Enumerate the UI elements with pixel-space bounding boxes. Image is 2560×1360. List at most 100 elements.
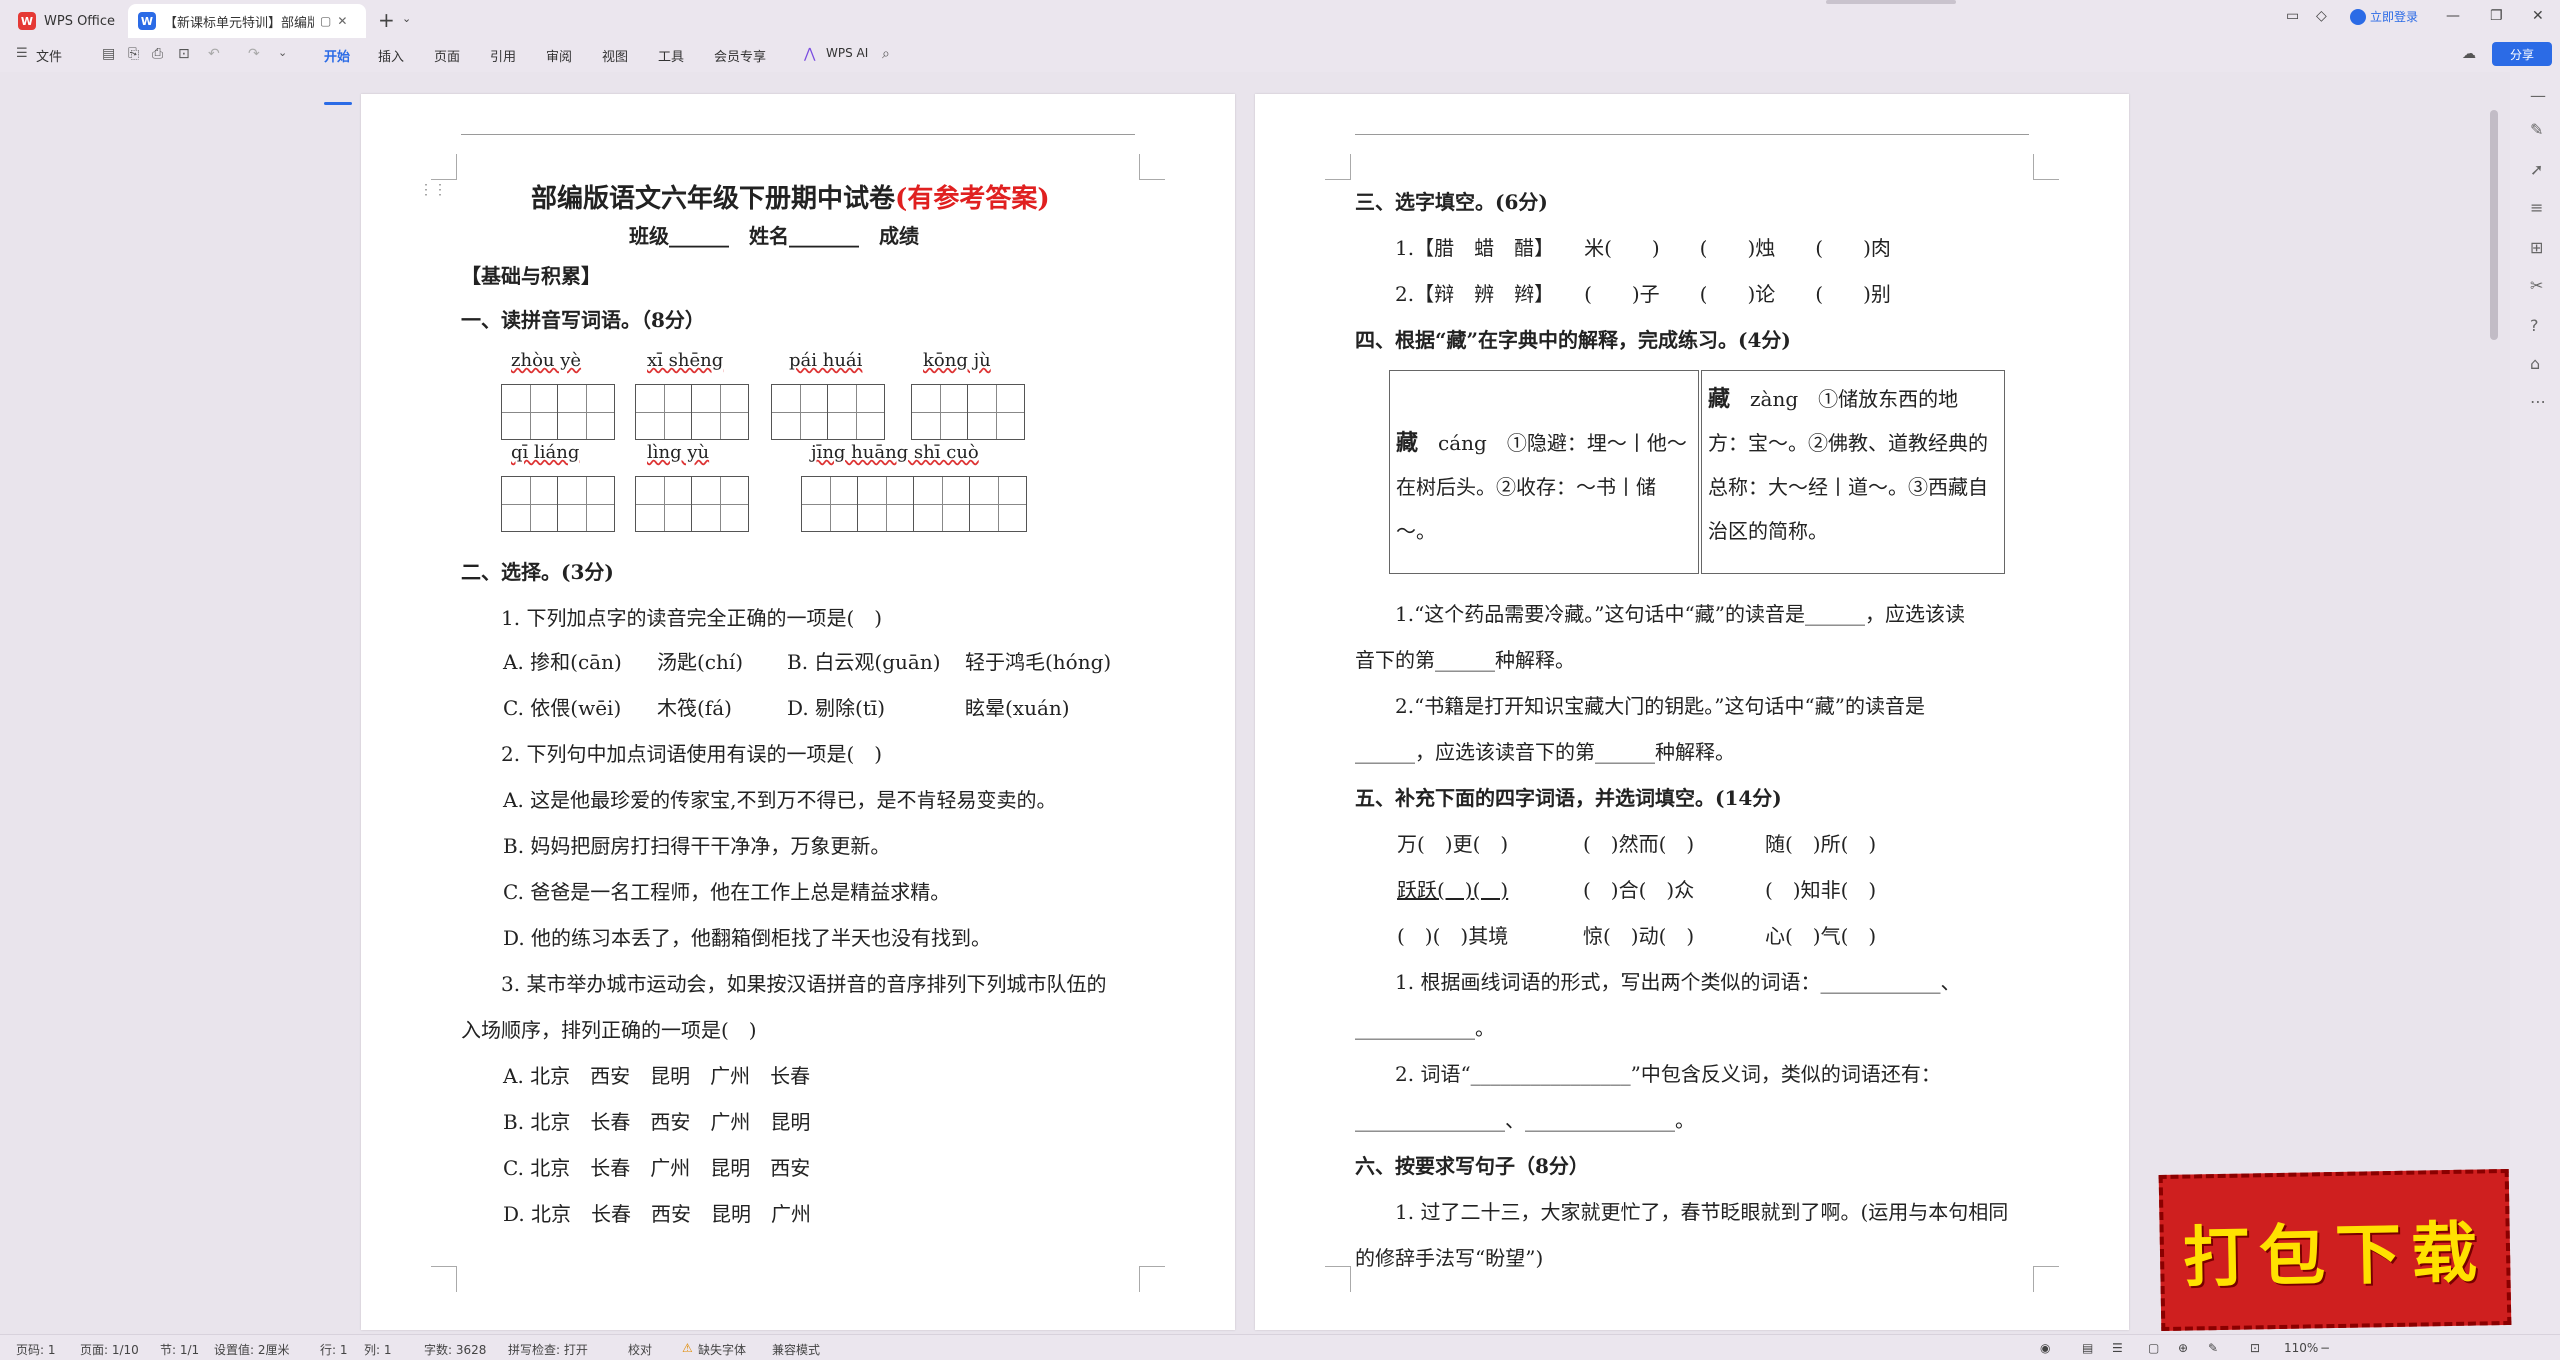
help-icon[interactable]: ? [2530, 316, 2539, 335]
q1-option-a2: 汤匙(chí) [657, 650, 744, 674]
status-setting[interactable]: 设置值: 2厘米 [214, 1341, 290, 1358]
section-2-heading: 二、选择。(3分) [461, 560, 614, 584]
status-section[interactable]: 节: 1/1 [160, 1341, 199, 1358]
tianzige-grid-5[interactable] [501, 476, 615, 532]
read-view-icon[interactable]: ▢ [2148, 1341, 2159, 1355]
idiom-9: 心( )气( ) [1765, 924, 1877, 948]
wps-ai-button[interactable]: WPS AI [826, 46, 868, 60]
tianzige-grid-7[interactable] [801, 476, 1027, 532]
pinyin-1: zhòu yè [511, 350, 582, 371]
download-banner[interactable]: 打包下载 [2158, 1168, 2512, 1332]
write-view-icon[interactable]: ✎ [2208, 1341, 2218, 1355]
file-menu[interactable]: 文件 [36, 46, 62, 65]
minimize-icon[interactable]: — [2446, 8, 2460, 24]
q3-text-line1: 3. 某市举办城市运动会，如果按汉语拼音的音序排列下列城市队伍的 [501, 972, 1107, 996]
s4-q2-line1: 2.“书籍是打开知识宝藏大门的钥匙。”这句话中“藏”的读音是 [1395, 694, 1925, 718]
eye-icon[interactable]: ◉ [2040, 1341, 2050, 1355]
tianzige-grid-4[interactable] [911, 384, 1025, 440]
settings-sliders-icon[interactable]: ≡ [2530, 198, 2543, 217]
crop-mark [1325, 1266, 1351, 1292]
tab-home[interactable]: 开始 [324, 46, 350, 65]
more-icon[interactable]: ⋯ [2530, 392, 2546, 411]
tab-page[interactable]: 页面 [434, 46, 460, 65]
translate-icon[interactable]: ⊞ [2530, 238, 2543, 257]
cloud-sync-icon[interactable]: ☁ [2462, 46, 2476, 62]
tab-member[interactable]: 会员专享 [714, 46, 766, 65]
status-page-no[interactable]: 页码: 1 [16, 1341, 56, 1358]
page-title: 部编版语文六年级下册期中试卷(有参考答案) [531, 178, 1050, 215]
q1-option-b2: 轻于鸿毛(hóng) [965, 650, 1112, 674]
zoom-level[interactable]: 110% [2284, 1341, 2318, 1355]
status-proofread[interactable]: 校对 [628, 1341, 652, 1358]
tab-view[interactable]: 视图 [602, 46, 628, 65]
tools-icon[interactable]: ✂ [2530, 276, 2543, 295]
collapse-icon[interactable]: — [2530, 86, 2546, 105]
q3-option-b: B. 北京 长春 西安 广州 昆明 [503, 1110, 811, 1134]
vertical-scrollbar[interactable] [2490, 110, 2498, 340]
status-spellcheck[interactable]: 拼写检查: 打开 [508, 1341, 588, 1358]
section-basic: 【基础与积累】 [461, 264, 601, 288]
crop-mark [431, 154, 457, 180]
window-layout-icon[interactable]: ▭ [2286, 8, 2299, 24]
export-pdf-icon[interactable]: ⎘ [128, 46, 139, 62]
fit-page-icon[interactable]: ⊡ [2250, 1341, 2260, 1355]
crop-mark [1139, 1266, 1165, 1292]
print-preview-icon[interactable]: ⊡ [178, 46, 190, 62]
q3-text-line2: 入场顺序，排列正确的一项是( ) [461, 1018, 757, 1042]
status-row[interactable]: 行: 1 [320, 1341, 348, 1358]
idiom-1: 万( )更( ) [1397, 832, 1509, 856]
print-icon[interactable]: ⎙ [152, 46, 163, 62]
redo-icon[interactable]: ↷ [248, 46, 260, 62]
menu-icon[interactable]: ☰ [16, 46, 28, 61]
web-view-icon[interactable]: ⊕ [2178, 1341, 2188, 1355]
shirt-icon[interactable]: ⌂ [2530, 354, 2540, 373]
pen-icon[interactable]: ✎ [2530, 120, 2543, 139]
drag-handle-icon[interactable]: ⋮⋮ [419, 182, 447, 198]
tianzige-grid-1[interactable] [501, 384, 615, 440]
tianzige-grid-6[interactable] [635, 476, 749, 532]
save-icon[interactable]: ▤ [102, 46, 115, 62]
pointer-icon[interactable]: ➚ [2530, 160, 2543, 179]
search-icon[interactable]: ⌕ [882, 46, 890, 62]
new-tab-icon[interactable]: + [378, 8, 395, 32]
tab-tools[interactable]: 工具 [658, 46, 684, 65]
dictionary-box-zang: 藏 zàng ①储放东西的地方：宝～。②佛教、道教经典的总称：大～经丨道～。③西… [1701, 370, 2005, 574]
ribbon-toolbar: ☰ 文件 ▤ ⎘ ⎙ ⊡ ↶ ↷ ⌄ 开始 插入 页面 引用 审阅 视图 工具 … [0, 38, 2560, 105]
status-col[interactable]: 列: 1 [364, 1341, 392, 1358]
window-drag-handle[interactable] [1826, 0, 1956, 4]
cube-icon[interactable]: ◇ [2316, 8, 2327, 24]
page-view-icon[interactable]: ▤ [2082, 1341, 2093, 1355]
share-button[interactable]: 分享 [2492, 42, 2552, 66]
title-main: 部编版语文六年级下册期中试卷 [531, 184, 896, 214]
outline-view-icon[interactable]: ☰ [2112, 1341, 2123, 1355]
zoom-out-icon[interactable]: − [2320, 1341, 2330, 1355]
restore-icon[interactable]: ❐ [2490, 8, 2503, 24]
tab-review[interactable]: 审阅 [546, 46, 572, 65]
document-page-2[interactable]: 三、选字填空。(6分) 1.【腊 蜡 醋】 米( ) ( )烛 ( )肉 2.【… [1255, 94, 2129, 1330]
login-label: 立即登录 [2370, 10, 2419, 24]
status-word-count[interactable]: 字数: 3628 [424, 1341, 486, 1358]
dictionary-box-cang: 藏 cáng ①隐避：埋～丨他～在树后头。②收存：～书丨储～。 [1389, 370, 1699, 574]
close-tab-icon[interactable]: ✕ [337, 14, 347, 28]
box2-head: 藏 [1708, 386, 1731, 412]
close-icon[interactable]: ✕ [2532, 8, 2544, 24]
tianzige-grid-3[interactable] [771, 384, 885, 440]
login-button[interactable]: 立即登录 [2350, 8, 2418, 25]
title-suffix: (有参考答案) [895, 184, 1050, 214]
undo-icon[interactable]: ↶ [208, 46, 220, 62]
document-page-1[interactable]: ⋮⋮ 部编版语文六年级下册期中试卷(有参考答案) 班级______ 姓名____… [361, 94, 1235, 1330]
tab-home-label: WPS Office [44, 13, 116, 29]
tab-insert[interactable]: 插入 [378, 46, 404, 65]
status-missing-font[interactable]: 缺失字体 [698, 1341, 746, 1358]
tab-references[interactable]: 引用 [490, 46, 516, 65]
tab-wps-home[interactable]: W WPS Office [10, 4, 120, 38]
status-pages[interactable]: 页面: 1/10 [80, 1341, 139, 1358]
comment-icon[interactable]: ▢ [320, 14, 331, 28]
tianzige-grid-2[interactable] [635, 384, 749, 440]
s6-q1-line1: 1. 过了二十三，大家就更忙了，春节眨眼就到了啊。(运用与本句相同 [1395, 1200, 2009, 1224]
tab-document[interactable]: W 【新课标单元特训】部编版语 ▢ ✕ [128, 4, 366, 38]
avatar-icon [2350, 8, 2366, 25]
quick-access-dropdown-icon[interactable]: ⌄ [278, 46, 287, 59]
box1-head: 藏 [1396, 430, 1419, 456]
chevron-down-icon[interactable]: ⌄ [402, 12, 411, 25]
